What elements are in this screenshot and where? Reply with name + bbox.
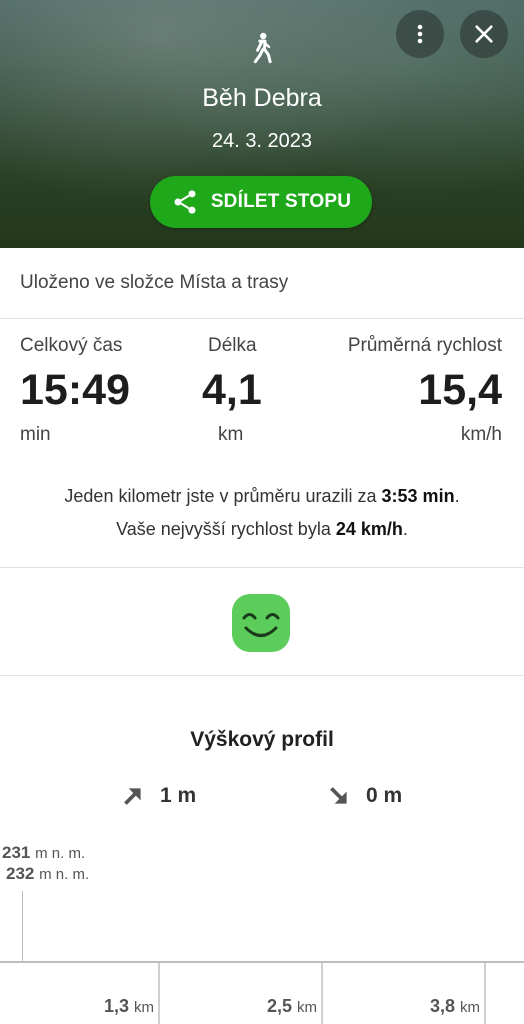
smiley-icon[interactable] <box>231 593 291 653</box>
distance-tick-label: 3,8 km <box>430 996 480 1017</box>
walk-icon <box>253 32 272 64</box>
axis-tick <box>158 963 160 1024</box>
divider <box>0 318 524 319</box>
pace-suffix: . <box>454 486 460 506</box>
avg-speed-label: Průměrná rychlost <box>347 335 502 356</box>
max-altitude-value: 231 <box>2 843 31 862</box>
length-unit: km <box>218 424 244 445</box>
more-vert-icon <box>417 24 423 44</box>
divider <box>0 675 524 676</box>
elevation-profile-title: Výškový profil <box>190 728 334 751</box>
max-speed-prefix: Vaše nejvyšší rychlost byla <box>116 519 336 539</box>
close-icon <box>475 25 493 43</box>
total-time-value: 15:49 <box>20 366 130 414</box>
ascent-info: 1 m <box>120 783 196 809</box>
track-title: Běh Debra <box>202 84 322 112</box>
min-altitude-label: 232 m n. m. <box>6 864 89 884</box>
distance-tick-value: 2,5 <box>266 996 292 1016</box>
avg-speed-value: 15,4 <box>418 366 502 414</box>
arrow-down-right-icon <box>330 787 347 804</box>
pace-prefix: Jeden kilometr jste v průměru urazili za <box>64 486 382 506</box>
max-speed-value: 24 km/h <box>335 519 403 539</box>
max-speed-suffix: . <box>402 519 408 539</box>
max-altitude-label: 231 m n. m. <box>2 843 85 863</box>
total-time-unit: min <box>20 424 51 445</box>
distance-tick-value: 3,8 <box>429 996 455 1016</box>
share-button-label: SDÍLET STOPU <box>210 191 352 212</box>
length-label: Délka <box>208 335 257 356</box>
descent-info: 0 m <box>326 783 402 809</box>
distance-axis <box>0 961 524 963</box>
distance-tick-value: 1,3 <box>103 996 129 1016</box>
divider <box>0 567 524 568</box>
distance-tick-label: 1,3 km <box>104 996 154 1017</box>
track-date: 24. 3. 2023 <box>211 130 313 152</box>
share-icon <box>174 190 196 214</box>
distance-tick-unit: km <box>460 999 480 1016</box>
min-altitude-value: 232 <box>6 864 35 883</box>
ascent-value: 1 m <box>160 784 197 807</box>
length-value: 4,1 <box>202 366 262 414</box>
distance-tick-unit: km <box>134 999 154 1016</box>
close-button[interactable] <box>460 10 508 58</box>
arrow-up-right-icon <box>124 788 141 805</box>
more-options-button[interactable] <box>396 10 444 58</box>
distance-tick-label: 2,5 km <box>267 996 317 1017</box>
elevation-line <box>22 891 23 961</box>
pace-summary: Jeden kilometr jste v průměru urazili za… <box>0 486 524 507</box>
altitude-unit: m n. m. <box>39 866 90 883</box>
descent-value: 0 m <box>366 784 403 807</box>
share-track-button[interactable]: SDÍLET STOPU <box>150 176 372 228</box>
max-speed-summary: Vaše nejvyšší rychlost byla 24 km/h. <box>0 519 524 540</box>
axis-tick <box>321 963 323 1024</box>
distance-tick-unit: km <box>297 999 317 1016</box>
total-time-label: Celkový čas <box>20 335 123 356</box>
avg-speed-unit: km/h <box>460 424 502 445</box>
pace-value: 3:53 min <box>381 486 455 506</box>
axis-tick <box>484 963 486 1024</box>
altitude-unit: m n. m. <box>35 845 86 862</box>
saved-folder-info[interactable]: Uloženo ve složce Místa a trasy <box>20 272 288 294</box>
